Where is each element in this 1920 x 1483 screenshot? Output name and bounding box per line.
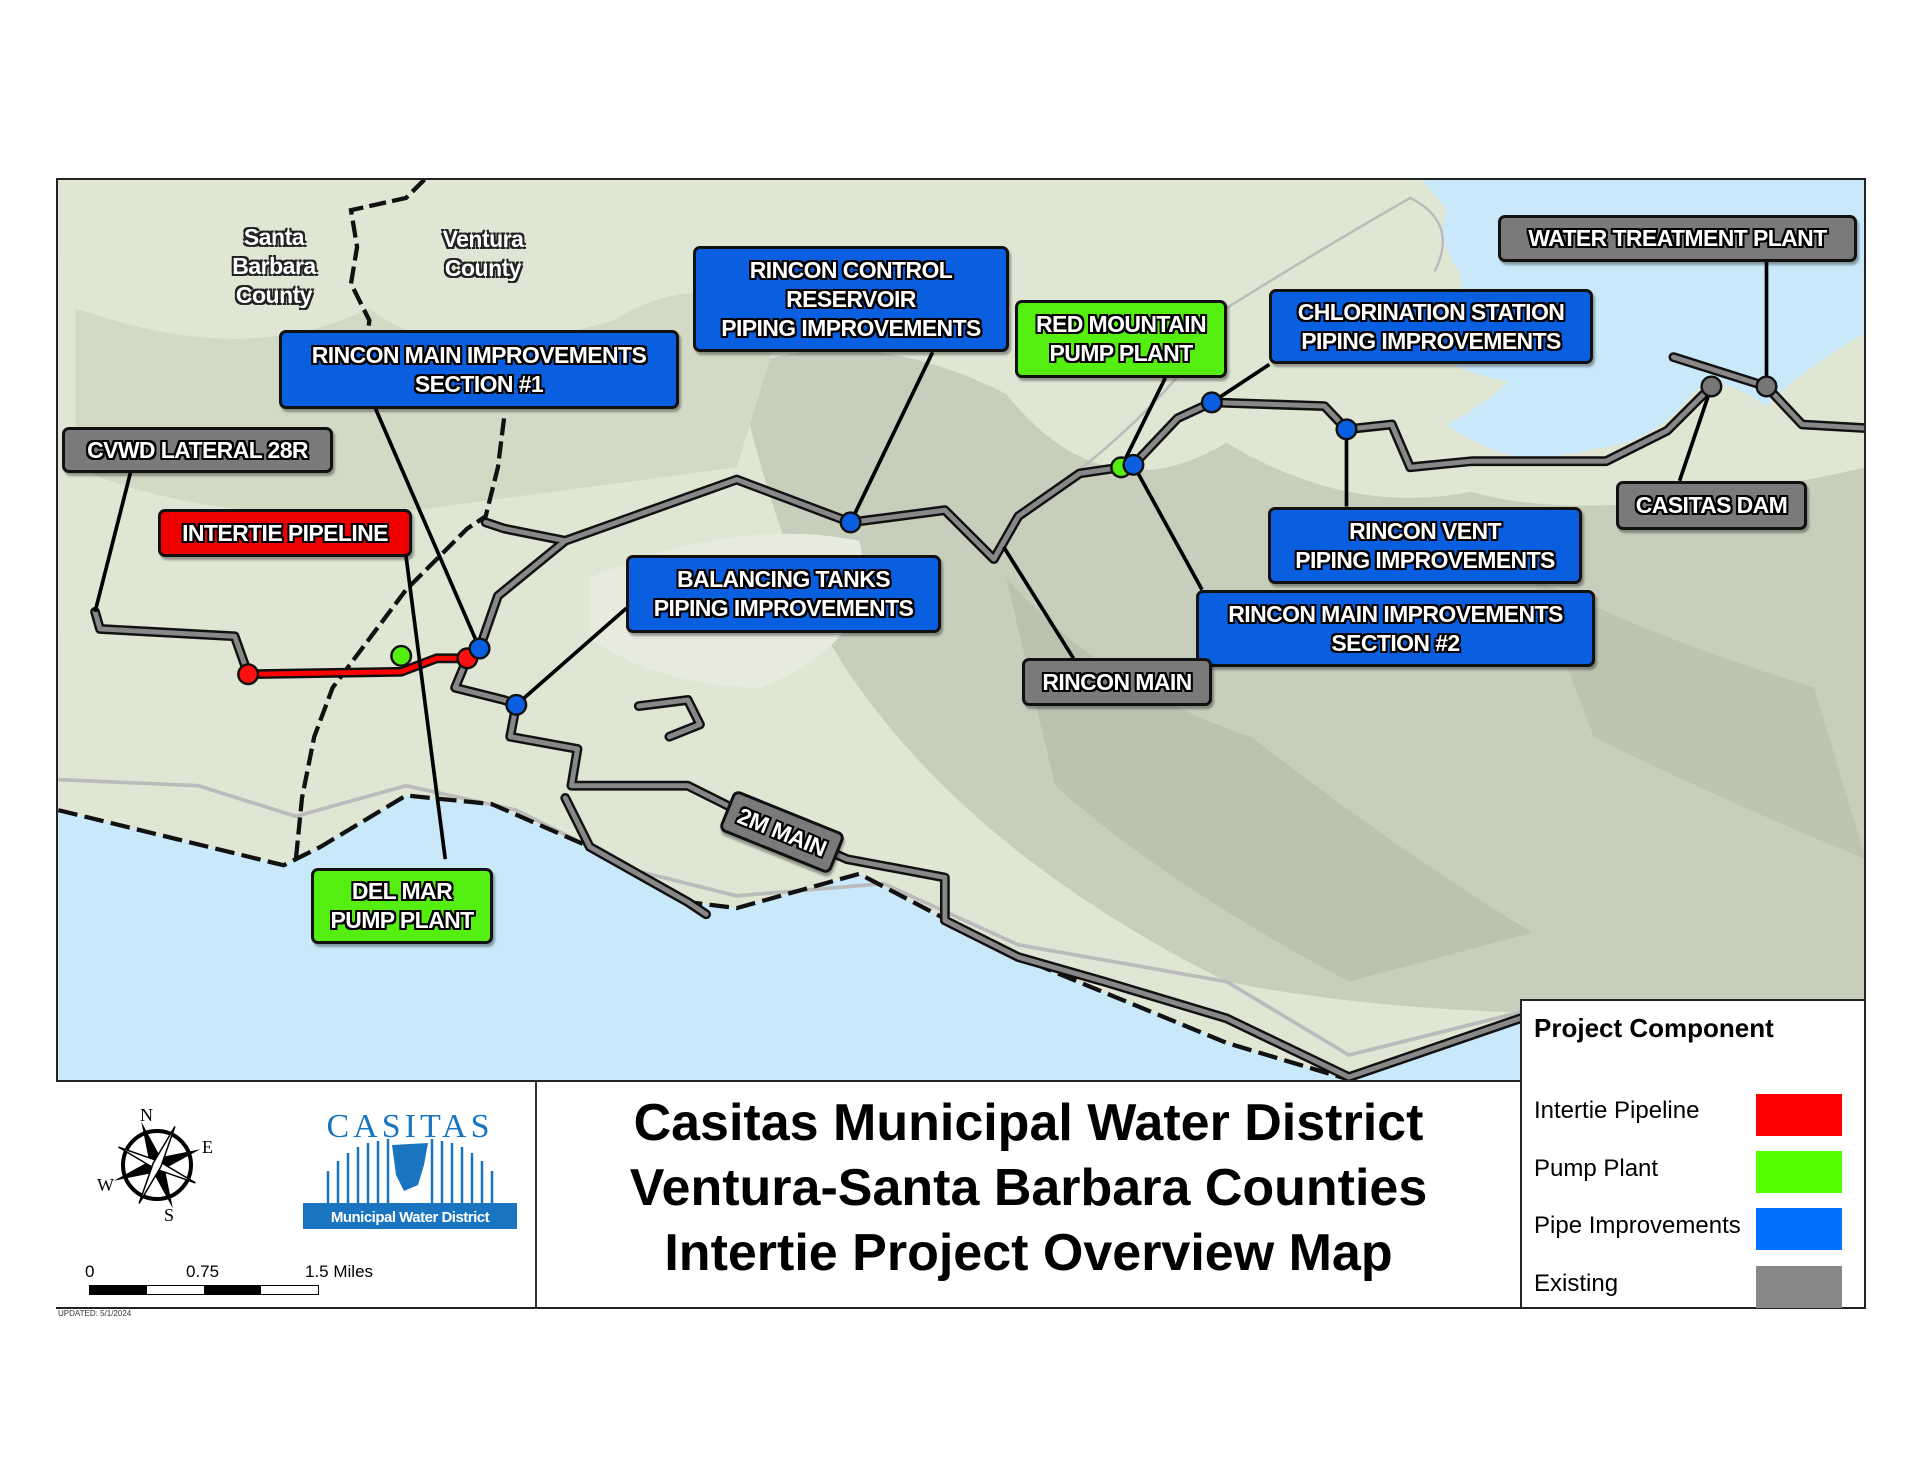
label-del-mar-pump-plant[interactable]: DEL MAR PUMP PLANT: [311, 868, 493, 944]
compass-n: N: [140, 1105, 153, 1125]
label-casitas-dam[interactable]: CASITAS DAM: [1616, 481, 1807, 530]
map-title-line-1: Casitas Municipal Water District: [633, 1094, 1424, 1152]
rincon-sec1-marker: [468, 637, 491, 660]
scale-label-15: 1.5 Miles: [305, 1262, 374, 1281]
label-text: RINCON MAIN IMPROVEMENTS: [1228, 600, 1563, 627]
label-water-treatment-plant[interactable]: WATER TREATMENT PLANT: [1498, 215, 1857, 262]
rincon-control-marker: [839, 511, 862, 534]
label-text: PIPING IMPROVEMENTS: [1301, 327, 1561, 354]
label-cvwd-lateral-28r[interactable]: CVWD LATERAL 28R: [62, 427, 333, 473]
scale-label-075: 0.75: [186, 1262, 220, 1281]
compass-e: E: [202, 1137, 213, 1157]
scale-bar: [89, 1285, 319, 1295]
chlorination-marker: [1200, 391, 1223, 414]
label-rincon-vent[interactable]: RINCON VENT PIPING IMPROVEMENTS: [1268, 507, 1582, 584]
label-intertie-pipeline[interactable]: INTERTIE PIPELINE: [158, 509, 412, 557]
label-text: CHLORINATION STATION: [1297, 298, 1565, 325]
legend-label-pump: Pump Plant: [1534, 1155, 1659, 1182]
label-rincon-control-reservoir[interactable]: RINCON CONTROL RESERVOIR PIPING IMPROVEMEN…: [693, 246, 1009, 352]
legend-label-intertie: Intertie Pipeline: [1534, 1097, 1700, 1124]
label-text: CVWD LATERAL 28R: [87, 436, 308, 463]
compass-s: S: [164, 1205, 174, 1225]
label-text: RED MOUNTAIN: [1036, 311, 1207, 337]
county-line: Santa: [243, 224, 305, 250]
balancing-tanks-marker: [505, 693, 528, 716]
label-text: WATER TREATMENT PLANT: [1528, 225, 1827, 251]
label-red-mountain-pump-plant[interactable]: RED MOUNTAIN PUMP PLANT: [1015, 300, 1227, 378]
label-text: RINCON MAIN: [1042, 668, 1192, 695]
legend-label-existing: Existing: [1534, 1270, 1619, 1297]
legend-swatch-pump: [1756, 1151, 1842, 1193]
label-text: DEL MAR: [351, 878, 453, 904]
label-chlorination-station[interactable]: CHLORINATION STATION PIPING IMPROVEMENTS: [1269, 289, 1593, 364]
map-title-line-2: Ventura-Santa Barbara Counties: [629, 1159, 1428, 1217]
label-rincon-main[interactable]: RINCON MAIN: [1022, 658, 1212, 706]
county-line: County: [444, 255, 522, 281]
legend-swatch-pipe: [1756, 1208, 1842, 1250]
map-title-line-3: Intertie Project Overview Map: [664, 1224, 1393, 1282]
legend: Project Component Intertie Pipeline Pump…: [1520, 999, 1864, 1308]
label-balancing-tanks[interactable]: BALANCING TANKS PIPING IMPROVEMENTS: [626, 555, 941, 633]
updated-date: UPDATED: 5/1/2024: [58, 1309, 132, 1318]
legend-label-pipe: Pipe Improvements: [1534, 1212, 1741, 1239]
legend-swatch-intertie: [1756, 1094, 1842, 1136]
casitas-dam-marker: [1700, 375, 1723, 398]
scale-label-0: 0: [85, 1262, 95, 1281]
county-line: Barbara: [232, 253, 316, 279]
rincon-sec2-marker: [1122, 453, 1145, 476]
label-text: RINCON VENT: [1349, 517, 1501, 544]
logo-subtitle: Municipal Water District: [331, 1209, 490, 1226]
label-text: CASITAS DAM: [1635, 492, 1788, 518]
label-text: RINCON MAIN IMPROVEMENTS: [311, 341, 647, 368]
label-rincon-main-improvements-section-1[interactable]: RINCON MAIN IMPROVEMENTS SECTION #1: [279, 330, 679, 409]
county-label-santa-barbara: Santa Barbara County: [203, 223, 345, 310]
label-text: SECTION #1: [414, 370, 544, 397]
water-treatment-marker: [1755, 375, 1778, 398]
del-mar-pump-marker: [390, 644, 413, 667]
label-text: RESERVOIR: [786, 285, 916, 312]
label-text: PUMP PLANT: [1049, 340, 1193, 366]
logo-wordmark: CASITAS: [327, 1108, 494, 1145]
label-rincon-main-improvements-section-2[interactable]: RINCON MAIN IMPROVEMENTS SECTION #2: [1196, 590, 1595, 667]
county-label-ventura: Ventura County: [423, 225, 543, 283]
legend-title: Project Component: [1534, 1013, 1774, 1043]
label-text: PIPING IMPROVEMENTS: [1295, 546, 1555, 573]
compass-w: W: [97, 1175, 114, 1195]
label-text: INTERTIE PIPELINE: [182, 519, 388, 546]
label-text: PIPING IMPROVEMENTS: [653, 595, 914, 621]
label-text: BALANCING TANKS: [677, 566, 891, 592]
label-text: RINCON CONTROL: [749, 256, 953, 283]
casitas-logo: CASITAS Municipal Water District: [303, 1108, 517, 1229]
label-text: PUMP PLANT: [330, 907, 474, 933]
compass-rose-icon: N E S W: [97, 1105, 213, 1225]
county-line: Ventura: [442, 226, 524, 252]
rincon-vent-marker: [1335, 418, 1358, 441]
label-text: SECTION #2: [1331, 629, 1460, 656]
legend-swatch-existing: [1756, 1266, 1842, 1308]
intertie-endpoint-west: [237, 663, 260, 686]
county-line: County: [235, 282, 313, 308]
label-text: PIPING IMPROVEMENTS: [721, 314, 981, 341]
